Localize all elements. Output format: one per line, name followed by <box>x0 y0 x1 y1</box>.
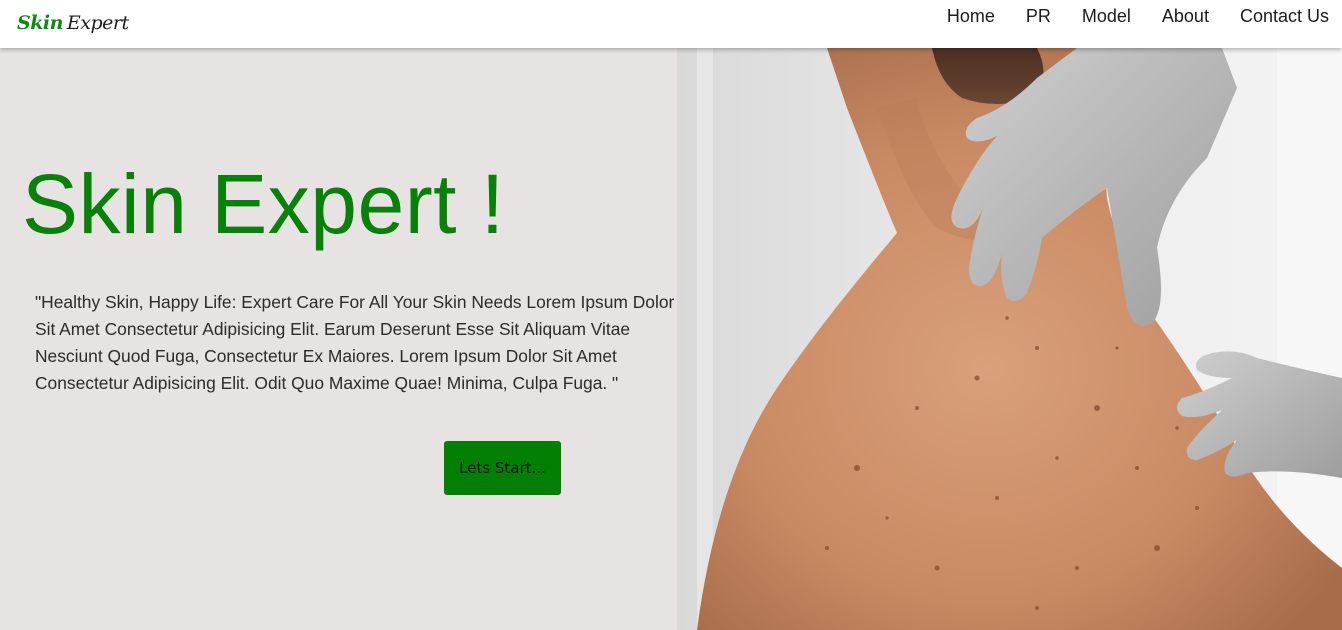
nav-link-contact-us[interactable]: Contact Us <box>1240 6 1329 27</box>
brand-logo-part1: Skin <box>17 12 63 34</box>
nav-link-model[interactable]: Model <box>1082 6 1131 27</box>
hero-description: "Healthy Skin, Happy Life: Expert Care F… <box>35 292 675 393</box>
hero-title: Skin Expert ! <box>22 157 505 251</box>
lets-start-button[interactable]: Lets Start... <box>444 441 561 495</box>
hero-image <box>677 48 1342 630</box>
nav-link-about[interactable]: About <box>1162 6 1209 27</box>
brand-logo[interactable]: Skin Expert <box>17 12 129 34</box>
hero-section: Skin Expert ! "Healthy Skin, Happy Life:… <box>0 48 677 630</box>
navbar: Skin Expert Home PR Model About Contact U… <box>0 0 1342 48</box>
nav-link-home[interactable]: Home <box>947 6 995 27</box>
nav-links: Home PR Model About Contact Us <box>916 6 1329 27</box>
skin-examination-illustration <box>677 48 1342 630</box>
brand-logo-part2: Expert <box>66 12 129 34</box>
nav-link-pr[interactable]: PR <box>1026 6 1051 27</box>
